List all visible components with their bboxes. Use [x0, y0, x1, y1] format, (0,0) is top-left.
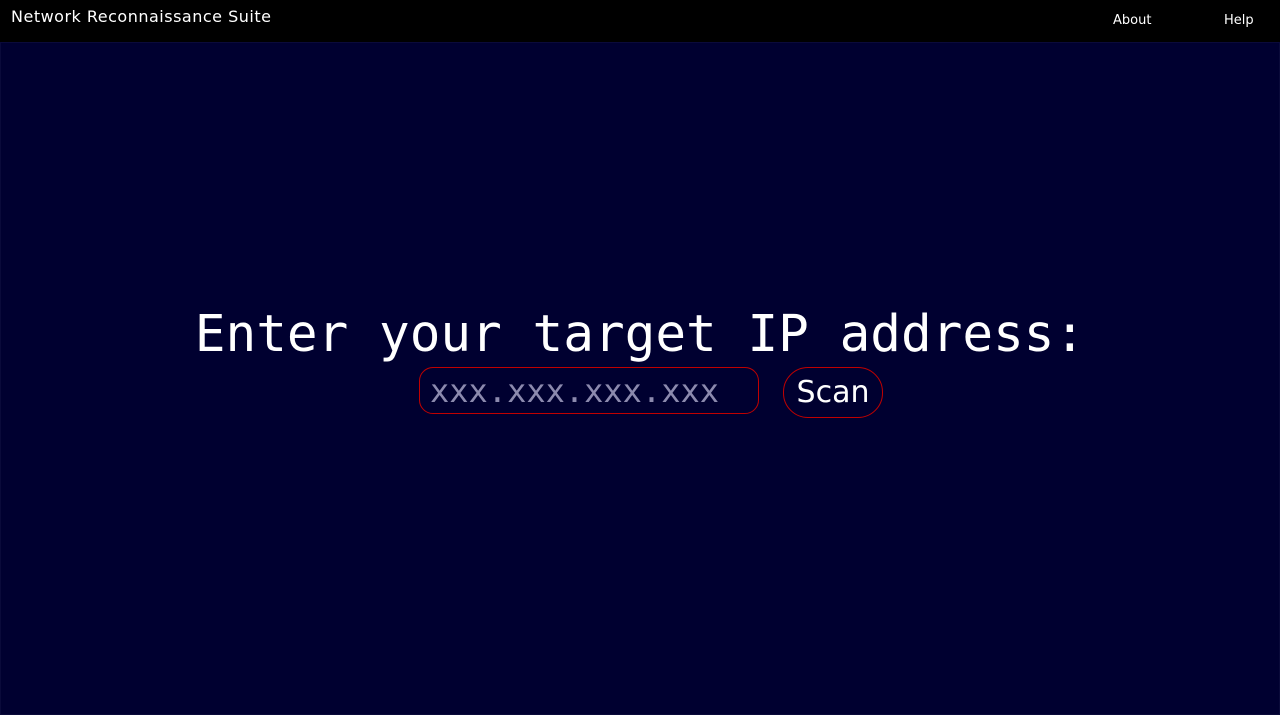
- prompt-heading: Enter your target IP address:: [194, 305, 1086, 364]
- app-title: Network Reconnaissance Suite: [11, 7, 272, 26]
- nav-about-link[interactable]: About: [1113, 13, 1151, 28]
- nav-help-link[interactable]: Help: [1224, 13, 1254, 28]
- scan-button[interactable]: Scan: [783, 367, 883, 418]
- main-panel: Enter your target IP address: Scan: [0, 42, 1280, 715]
- ip-address-input[interactable]: [419, 367, 759, 414]
- top-bar: Network Reconnaissance Suite About Help: [0, 0, 1280, 42]
